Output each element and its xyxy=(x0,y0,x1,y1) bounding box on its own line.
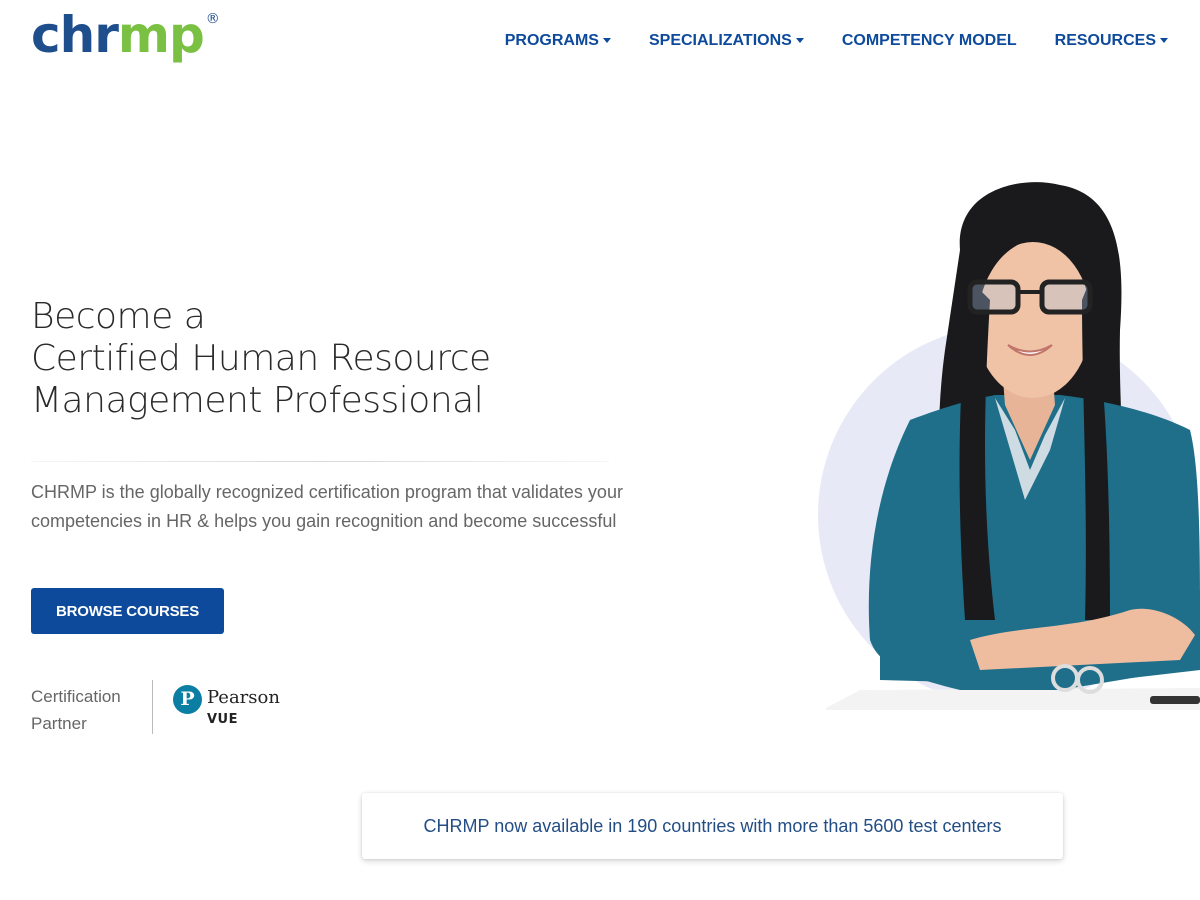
availability-banner: CHRMP now available in 190 countries wit… xyxy=(362,793,1063,859)
certification-partner-label: Certification Partner xyxy=(31,683,121,737)
main-nav: PROGRAMS SPECIALIZATIONS COMPETENCY MODE… xyxy=(505,32,1168,50)
availability-text: CHRMP now available in 190 countries wit… xyxy=(423,815,1002,836)
nav-programs-label: PROGRAMS xyxy=(504,32,599,49)
pearson-name: Pearson xyxy=(207,687,280,708)
hero-title-line-1: Become a xyxy=(31,296,206,337)
site-header: chrmp ® PROGRAMS SPECIALIZATIONS COMPETE… xyxy=(0,0,1200,86)
hero-description: CHRMP is the globally recognized certifi… xyxy=(31,482,623,531)
nav-specializations[interactable]: SPECIALIZATIONS xyxy=(649,32,804,50)
nav-resources[interactable]: RESOURCES xyxy=(1055,32,1168,50)
nav-resources-label: RESOURCES xyxy=(1054,32,1156,49)
hero-title: Become a Certified Human Resource Manage… xyxy=(31,296,491,422)
hero-woman-photo xyxy=(826,182,1200,710)
nav-competency-model[interactable]: COMPETENCY MODEL xyxy=(842,32,1017,50)
browse-courses-button[interactable]: BROWSE COURSES xyxy=(31,588,224,634)
nav-specializations-label: SPECIALIZATIONS xyxy=(648,32,792,49)
partner-label-line-2: Partner xyxy=(31,714,87,733)
partner-label-line-1: Certification xyxy=(31,687,121,706)
hero-title-line-2: Certified Human Resource xyxy=(31,338,491,379)
caret-down-icon xyxy=(1160,37,1168,43)
chrmp-logo[interactable]: chrmp ® xyxy=(31,10,220,60)
caret-down-icon xyxy=(602,37,611,43)
nav-programs[interactable]: PROGRAMS xyxy=(505,32,611,50)
nav-competency-model-label: COMPETENCY MODEL xyxy=(841,32,1017,49)
hero-title-line-3: Management Professional xyxy=(31,380,484,421)
pearson-logo-icon: P xyxy=(173,685,202,714)
logo-text-chr: chr xyxy=(31,6,119,64)
hero-divider xyxy=(31,461,609,462)
logo-text-mp: mp xyxy=(117,6,205,64)
registered-mark: ® xyxy=(205,11,220,27)
caret-down-icon xyxy=(795,37,804,43)
pearson-vue-text: VUE xyxy=(207,712,238,727)
partner-divider xyxy=(152,680,153,734)
